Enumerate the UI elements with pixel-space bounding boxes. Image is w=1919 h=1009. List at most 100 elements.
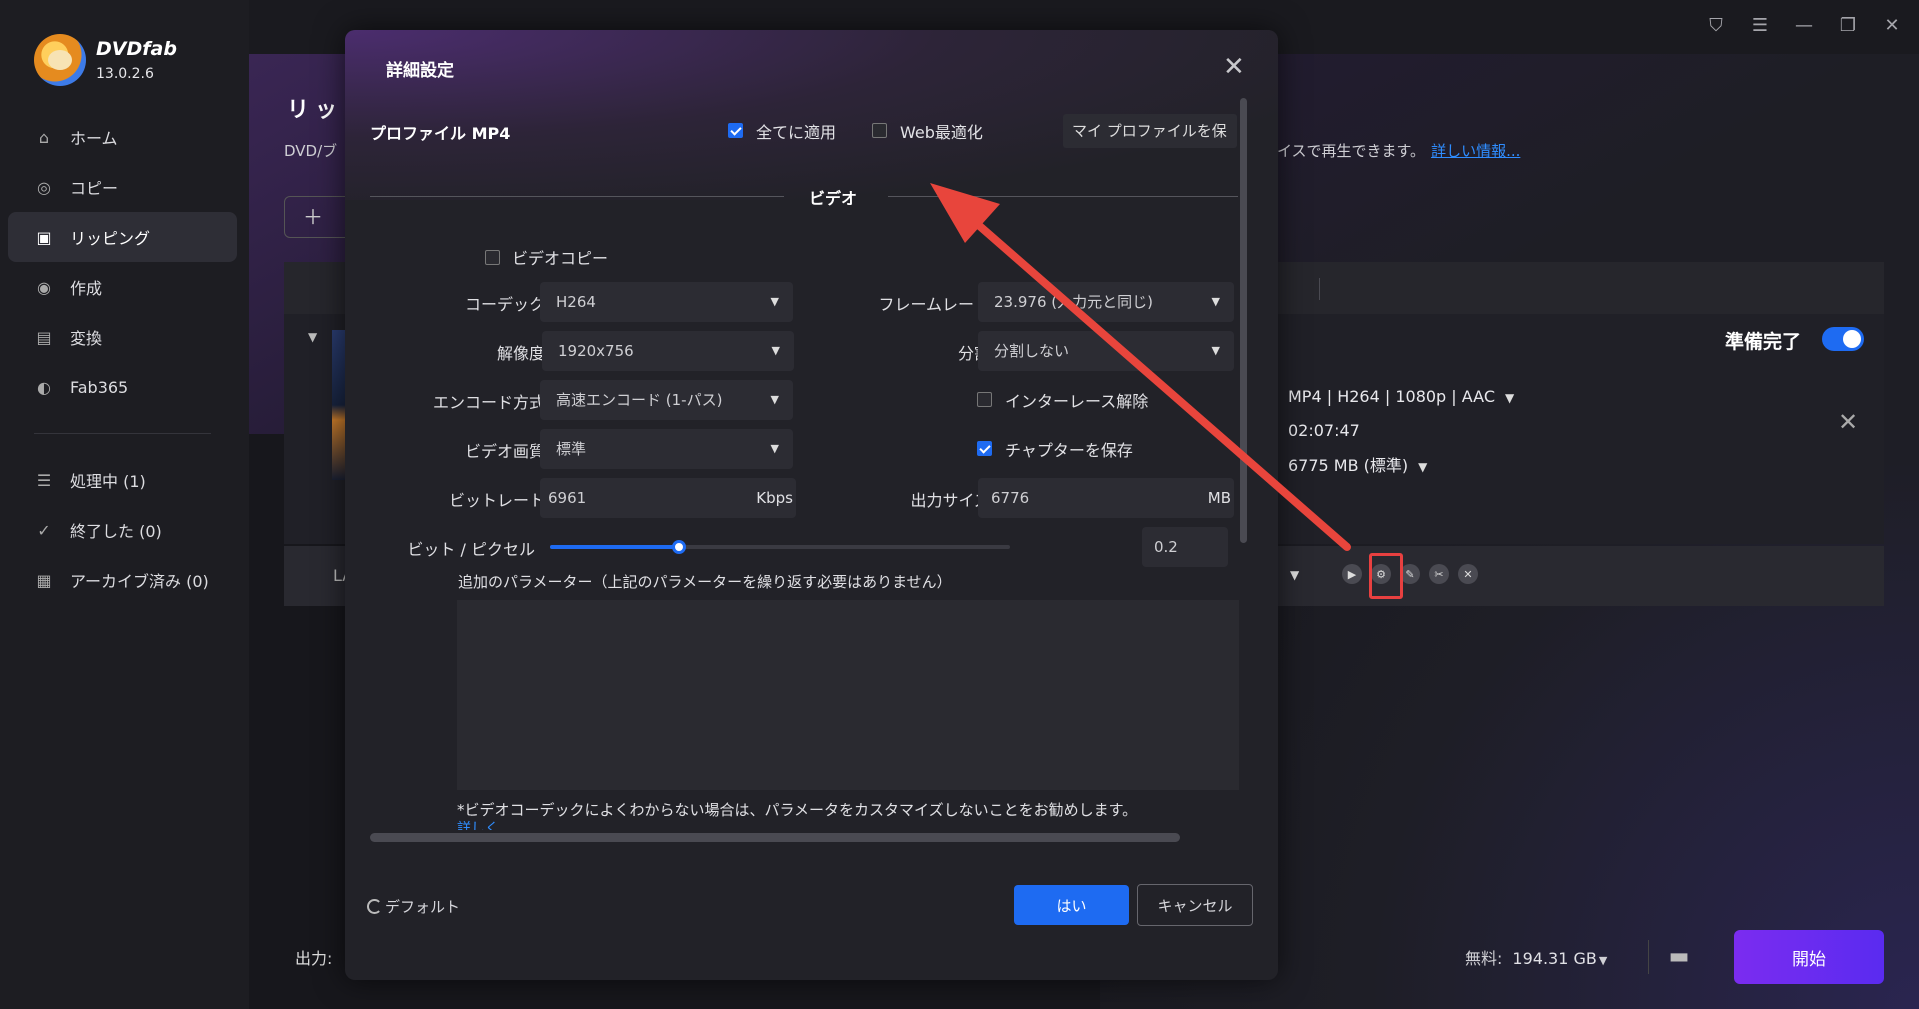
web-optimize-label: Web最適化	[900, 123, 983, 142]
resolution-select[interactable]: 1920x756 ▼	[542, 331, 794, 371]
play-icon[interactable]: ▶	[1342, 564, 1362, 584]
bits-per-pixel-slider-handle[interactable]	[671, 540, 686, 554]
chevron-down-icon: ▼	[1418, 460, 1428, 474]
video-quality-select[interactable]: 標準 ▼	[540, 429, 793, 469]
format-text: MP4 | H264 | 1080p | AAC	[1288, 387, 1495, 406]
cut-icon[interactable]: ✂	[1429, 564, 1449, 584]
save-chapter-label: チャプターを保存	[1005, 441, 1133, 460]
sidebar-item-label: 処理中 (1)	[70, 472, 146, 491]
web-optimize-checkbox[interactable]	[872, 123, 887, 138]
app-version: 13.0.2.6	[96, 66, 154, 82]
more-info-link[interactable]: 詳しい情報...	[1431, 142, 1520, 160]
sidebar-item-processing[interactable]: ☰ 処理中 (1)	[8, 455, 237, 505]
encode-method-label: エンコード方式	[432, 393, 545, 412]
split-value: 分割しない	[994, 342, 1070, 360]
horizontal-scrollbar[interactable]	[370, 833, 1180, 842]
ready-toggle[interactable]	[1822, 327, 1864, 351]
output-size-value: 6776	[991, 489, 1030, 507]
video-copy-checkbox[interactable]	[485, 250, 500, 265]
page-description: DVD/ブ	[284, 142, 338, 160]
sidebar-item-label: 終了した (0)	[70, 522, 162, 541]
chevron-down-icon[interactable]: ▼	[1290, 568, 1299, 582]
dialog-title: 詳細設定	[386, 61, 454, 81]
sidebar-nav: ⌂ ホーム ◎ コピー ▣ リッピング ◉ 作成 ▤ 変換 ◐ Fab365 ☰…	[8, 112, 237, 605]
folder-icon[interactable]: ▬	[1663, 940, 1695, 972]
app-name: DVDfab	[96, 38, 177, 60]
deinterlace-label: インターレース解除	[1005, 392, 1149, 411]
sidebar: DVDfab 13.0.2.6 ⌂ ホーム ◎ コピー ▣ リッピング ◉ 作成…	[0, 0, 249, 1009]
size-text: 6775 MB (標準)	[1288, 456, 1409, 475]
chevron-down-icon: ▼	[771, 344, 780, 357]
size-dropdown[interactable]: 6775 MB (標準) ▼	[1288, 452, 1427, 476]
free-space-value: 194.31 GB	[1512, 949, 1597, 968]
apply-all-checkbox[interactable]	[728, 123, 743, 138]
dvdfab-logo-icon	[34, 34, 86, 86]
page-title: リッ	[287, 98, 344, 123]
extra-params-label: 追加のパラメーター（上記のパラメーターを繰り返す必要はありません）	[458, 573, 952, 591]
default-button[interactable]: デフォルト	[367, 896, 460, 917]
sidebar-item-converter[interactable]: ▤ 変換	[8, 312, 237, 362]
home-icon: ⌂	[38, 127, 50, 147]
list-icon: ☰	[36, 470, 52, 490]
save-chapter-checkbox[interactable]	[977, 441, 992, 456]
bits-per-pixel-input[interactable]: 0.2	[1142, 527, 1228, 567]
sidebar-item-archived[interactable]: ▦ アーカイブ済み (0)	[8, 555, 237, 605]
save-profile-button[interactable]: マイ プロファイルを保	[1063, 114, 1237, 148]
sidebar-item-ripper[interactable]: ▣ リッピング	[8, 212, 237, 262]
chevron-down-icon: ▼	[770, 295, 779, 308]
sidebar-item-creator[interactable]: ◉ 作成	[8, 262, 237, 312]
ok-button[interactable]: はい	[1014, 885, 1129, 925]
shirt-icon[interactable]: ⛉	[1705, 14, 1727, 36]
sidebar-item-finished[interactable]: ✓ 終了した (0)	[8, 505, 237, 555]
sidebar-divider	[34, 433, 211, 434]
codec-label: コーデック	[464, 295, 545, 314]
resolution-label: 解像度	[496, 344, 545, 363]
status-ready-label: 準備完了	[1725, 331, 1802, 353]
expand-triangle-icon[interactable]: ▼	[308, 330, 317, 344]
bitrate-input[interactable]: 6961 Kbps	[540, 478, 796, 518]
chevron-down-icon: ▼	[1505, 391, 1515, 405]
close-icon[interactable]: ✕	[1458, 564, 1478, 584]
section-title-video: ビデオ	[809, 189, 858, 208]
encode-method-select[interactable]: 高速エンコード (1-パス) ▼	[540, 380, 793, 420]
free-space-dropdown[interactable]: 無料: 194.31 GB ▼	[1465, 945, 1607, 969]
codec-select[interactable]: H264 ▼	[540, 282, 793, 322]
encode-method-value: 高速エンコード (1-パス)	[556, 391, 723, 409]
sidebar-item-home[interactable]: ⌂ ホーム	[8, 112, 237, 162]
app-logo: DVDfab 13.0.2.6	[34, 34, 177, 86]
clipboard-check-icon: ✓	[37, 520, 51, 540]
profile-format-dropdown[interactable]: MP4 | H264 | 1080p | AAC ▼	[1288, 387, 1514, 406]
menu-icon[interactable]: ☰	[1749, 14, 1771, 36]
output-size-input[interactable]: 6776 MB	[978, 478, 1234, 518]
sidebar-item-copy[interactable]: ◎ コピー	[8, 162, 237, 212]
details-link[interactable]: 詳しく	[457, 818, 499, 830]
vertical-scrollbar[interactable]	[1240, 98, 1247, 543]
minimize-icon[interactable]: —	[1793, 14, 1815, 36]
framerate-select[interactable]: 23.976 (入力元と同じ) ▼	[978, 282, 1234, 322]
sidebar-item-fab365[interactable]: ◐ Fab365	[8, 362, 237, 412]
remove-task-icon[interactable]: ✕	[1838, 408, 1858, 436]
extra-params-textarea[interactable]	[457, 600, 1239, 790]
framerate-value: 23.976 (入力元と同じ)	[994, 293, 1153, 311]
video-quality-label: ビデオ画質	[464, 442, 545, 461]
restore-icon[interactable]: ❐	[1837, 14, 1859, 36]
cancel-button[interactable]: キャンセル	[1137, 884, 1253, 926]
start-button[interactable]: 開始	[1734, 930, 1884, 984]
edit-icon[interactable]: ✎	[1400, 564, 1420, 584]
free-space-label: 無料:	[1465, 949, 1503, 968]
bits-per-pixel-slider-fill	[550, 545, 679, 549]
sidebar-item-label: 変換	[70, 329, 103, 348]
dialog-close-icon[interactable]: ✕	[1223, 54, 1245, 80]
sidebar-item-label: リッピング	[70, 229, 151, 248]
split-select[interactable]: 分割しない ▼	[978, 331, 1234, 371]
codec-note: *ビデオコーデックによくわからない場合は、パラメータをカスタマイズしないことをお…	[457, 801, 1138, 819]
profile-label: プロファイル MP4	[370, 124, 511, 143]
framerate-label: フレームレート	[878, 295, 990, 314]
window-close-icon[interactable]: ✕	[1881, 14, 1903, 36]
sidebar-item-label: アーカイブ済み (0)	[70, 572, 209, 591]
deinterlace-checkbox[interactable]	[977, 392, 992, 407]
sidebar-item-label: Fab365	[70, 377, 129, 397]
bitrate-unit: Kbps	[756, 489, 793, 507]
highlight-box	[1369, 553, 1403, 599]
task-action-icons: ▶ ⚙ ✎ ✂ ✕	[1342, 564, 1478, 584]
